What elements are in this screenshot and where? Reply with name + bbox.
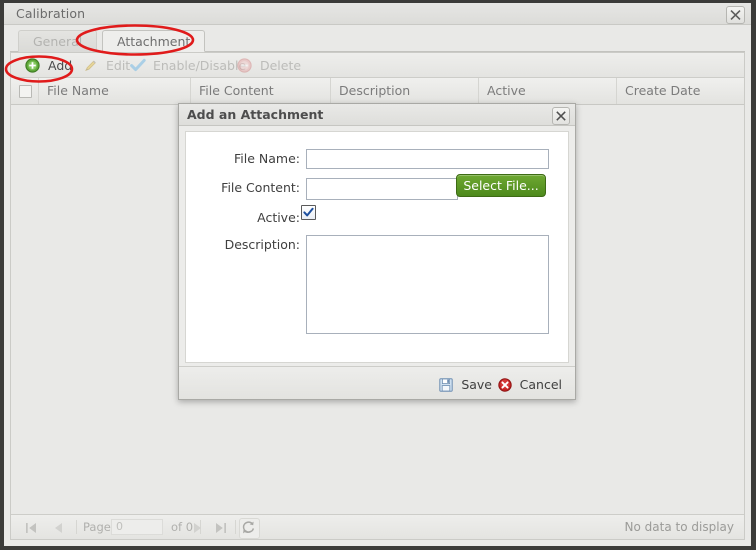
enable-disable-button-label: Enable/Disable — [152, 58, 247, 73]
window-title: Calibration — [16, 6, 86, 21]
active-checkbox[interactable] — [301, 205, 316, 220]
dialog-title: Add an Attachment — [187, 107, 324, 122]
column-header-file-content[interactable]: File Content — [191, 78, 331, 104]
tabstrip: General Attachment — [10, 29, 745, 52]
column-header-active[interactable]: Active — [479, 78, 617, 104]
file-name-input[interactable] — [306, 149, 549, 169]
refresh-icon[interactable] — [239, 518, 260, 539]
application-window: Calibration General Attachment Add Edit … — [0, 0, 756, 550]
file-name-label: File Name: — [234, 151, 300, 166]
pager-status-text: No data to display — [624, 520, 734, 534]
window-frame-left — [0, 0, 4, 550]
save-button-label: Save — [461, 377, 492, 392]
last-page-icon[interactable] — [214, 520, 227, 539]
column-header-file-name[interactable]: File Name — [39, 78, 191, 104]
description-textarea[interactable] — [306, 235, 549, 334]
first-page-icon[interactable] — [25, 520, 38, 539]
pager-separator-1 — [76, 520, 77, 534]
column-header-create-date[interactable]: Create Date — [617, 78, 744, 104]
window-titlebar: Calibration — [4, 3, 751, 25]
plus-circle-icon — [25, 58, 40, 73]
dialog-close-button[interactable] — [552, 107, 570, 125]
pager-page-input[interactable]: 0 — [111, 519, 163, 535]
close-icon — [730, 10, 741, 20]
check-mark-icon — [130, 58, 146, 73]
window-close-button[interactable] — [726, 6, 745, 24]
dialog-footer: Save Cancel — [179, 366, 575, 399]
active-label: Active: — [257, 210, 300, 225]
column-header-description[interactable]: Description — [331, 78, 479, 104]
pager-separator-3 — [235, 520, 236, 534]
checkmark-icon — [303, 207, 314, 217]
grid-column-header: File Name File Content Description Activ… — [11, 78, 744, 105]
dialog-titlebar: Add an Attachment — [179, 104, 575, 126]
next-page-icon-visible[interactable] — [191, 520, 204, 539]
select-all-header-cell[interactable] — [11, 78, 39, 104]
add-attachment-dialog: Add an Attachment File Name: File Conten… — [178, 103, 576, 400]
close-icon — [556, 111, 566, 121]
delete-button[interactable]: Delete — [237, 56, 301, 75]
edit-button-label: Edit — [105, 58, 131, 73]
tab-general-label: General — [33, 34, 83, 49]
dialog-form-body: File Name: File Content: Active: Descrip… — [185, 131, 569, 363]
enable-disable-button[interactable]: Enable/Disable — [130, 56, 246, 75]
window-frame-bottom — [0, 546, 756, 550]
cancel-button-label: Cancel — [519, 377, 562, 392]
delete-button-label: Delete — [259, 58, 302, 73]
add-button-label: Add — [47, 58, 73, 73]
cancel-button[interactable]: Cancel — [491, 373, 569, 396]
tab-attachment-label: Attachment — [117, 34, 191, 49]
tab-general[interactable]: General — [18, 30, 98, 52]
prev-page-icon[interactable] — [52, 520, 65, 539]
checkbox-icon[interactable] — [19, 85, 32, 98]
add-button[interactable]: Add — [25, 56, 72, 75]
window-frame-right — [751, 0, 756, 550]
description-label: Description: — [224, 237, 300, 252]
pencil-icon — [83, 58, 98, 73]
file-content-label: File Content: — [221, 180, 300, 195]
window-frame-top — [0, 0, 756, 3]
red-x-circle-icon — [497, 377, 512, 392]
edit-button[interactable]: Edit — [83, 56, 130, 75]
select-file-button[interactable]: Select File... — [456, 174, 546, 197]
tab-attachment[interactable]: Attachment — [102, 30, 206, 52]
file-content-input[interactable] — [306, 178, 458, 200]
grid-toolbar: Add Edit Enable/Disable Delete — [11, 53, 744, 78]
minus-circle-icon — [237, 58, 252, 73]
save-button[interactable]: Save — [432, 373, 499, 396]
pager-page-label: Page — [83, 520, 111, 534]
grid-pager: Page 0 of 0 No data to display — [11, 514, 744, 539]
floppy-save-icon — [439, 377, 454, 392]
